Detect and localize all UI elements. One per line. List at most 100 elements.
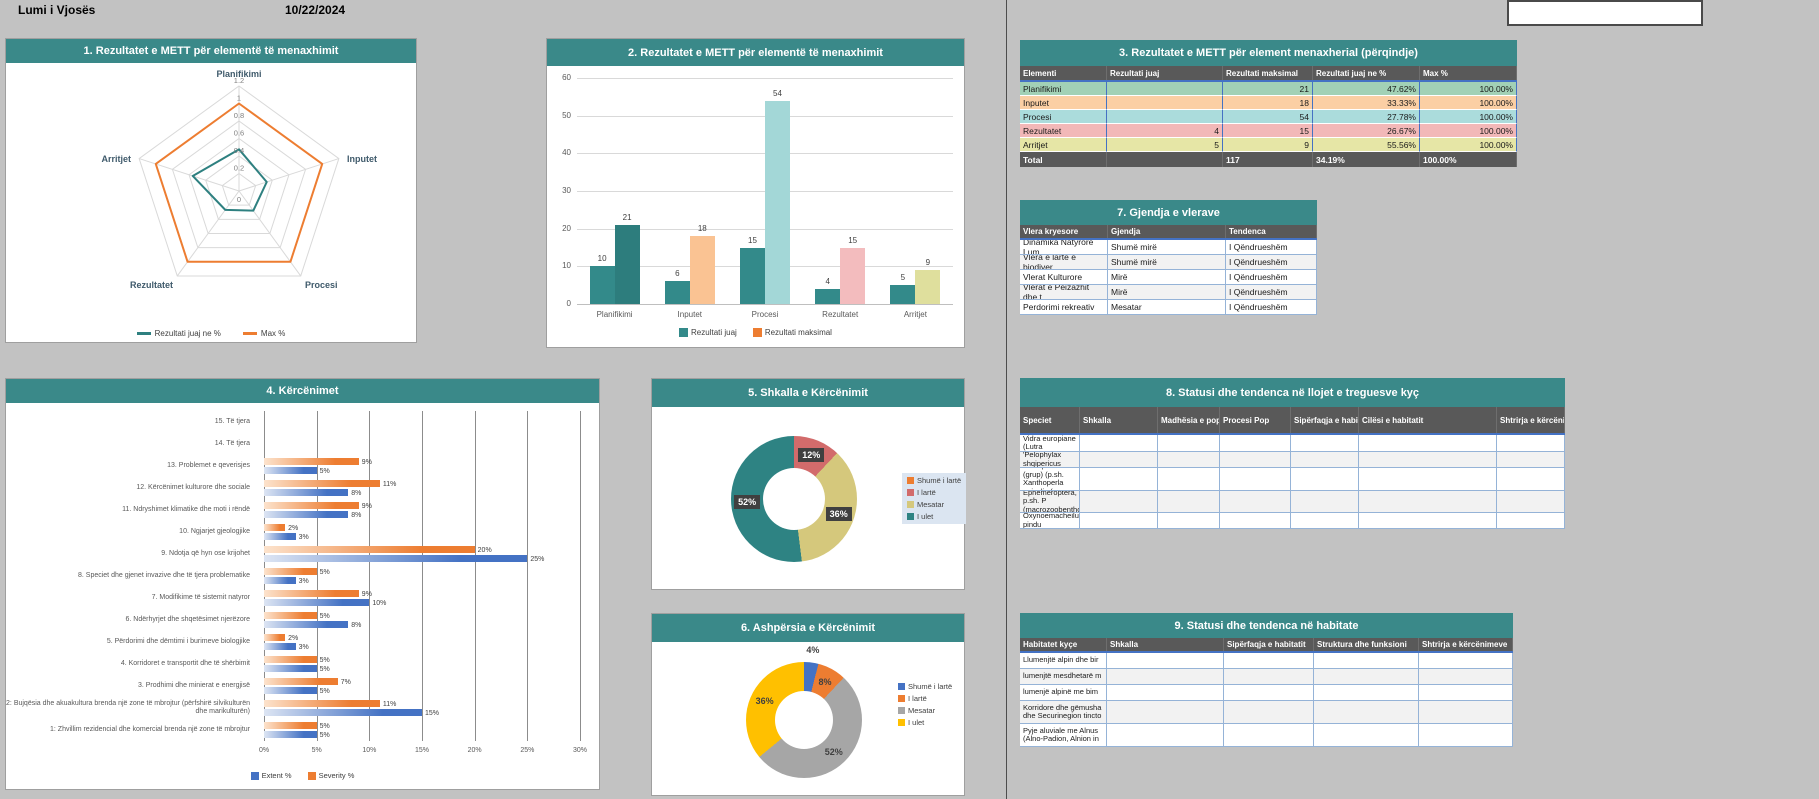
table-cell[interactable]: 5 <box>1107 138 1223 152</box>
extent-bar[interactable] <box>264 467 317 474</box>
table-cell[interactable]: 100.00% <box>1420 96 1517 110</box>
severity-bar[interactable] <box>264 458 359 465</box>
table-cell[interactable]: Ephemeroptera, p.sh. P (macrozoobenthos) <box>1020 491 1080 513</box>
table-cell[interactable] <box>1220 468 1291 491</box>
column-header[interactable]: Shkalla <box>1080 407 1158 433</box>
table-cell[interactable] <box>1220 435 1291 452</box>
table-cell[interactable] <box>1291 513 1359 529</box>
extent-bar[interactable] <box>264 643 296 650</box>
max-score-bar[interactable] <box>915 270 940 304</box>
table-cell[interactable] <box>1158 513 1220 529</box>
column-header[interactable]: Shtrirja e kërcënimeve <box>1419 638 1513 651</box>
column-header[interactable]: Cilësi e habitatit <box>1359 407 1497 433</box>
table-cell[interactable] <box>1080 513 1158 529</box>
table-cell[interactable] <box>1158 468 1220 491</box>
column-header[interactable]: Madhësia e popullatës <box>1158 407 1220 433</box>
table-cell[interactable] <box>1314 685 1419 701</box>
table-cell[interactable] <box>1497 452 1565 468</box>
severity-bar[interactable] <box>264 568 317 575</box>
column-header[interactable]: Sipërfaqja e habitatit <box>1291 407 1359 433</box>
table-cell[interactable]: 47.62% <box>1313 82 1420 96</box>
table-cell[interactable]: 26.67% <box>1313 124 1420 138</box>
table-cell[interactable]: I Qëndrueshëm <box>1226 300 1317 315</box>
site-name[interactable]: Lumi i Vjosës <box>18 3 95 17</box>
table-cell[interactable] <box>1220 491 1291 513</box>
table-cell[interactable]: 100.00% <box>1420 82 1517 96</box>
table-cell[interactable]: 117 <box>1223 152 1313 167</box>
severity-bar[interactable] <box>264 546 475 553</box>
table-cell[interactable]: 100.00% <box>1420 138 1517 152</box>
table-cell[interactable]: Arritjet <box>1020 138 1107 152</box>
max-score-bar[interactable] <box>690 236 715 304</box>
table-cell[interactable] <box>1419 724 1513 747</box>
table-cell[interactable] <box>1359 468 1497 491</box>
table-cell[interactable] <box>1080 435 1158 452</box>
table-cell[interactable] <box>1220 513 1291 529</box>
table-cell[interactable]: Perdorimi rekreativ <box>1020 300 1108 315</box>
table-cell[interactable] <box>1107 96 1223 110</box>
your-score-bar[interactable] <box>815 289 840 304</box>
severity-bar[interactable] <box>264 612 317 619</box>
table-cell[interactable] <box>1107 724 1224 747</box>
table-cell[interactable]: I Qëndrueshëm <box>1226 285 1317 300</box>
column-header[interactable]: Gjendja <box>1108 225 1226 238</box>
table-cell[interactable]: 9 <box>1223 138 1313 152</box>
severity-bar[interactable] <box>264 524 285 531</box>
column-header[interactable]: Speciet <box>1020 407 1080 433</box>
table-cell[interactable] <box>1314 669 1419 685</box>
extent-bar[interactable] <box>264 621 348 628</box>
table-cell[interactable] <box>1224 685 1314 701</box>
severity-bar[interactable] <box>264 480 380 487</box>
severity-bar[interactable] <box>264 656 317 663</box>
table-cell[interactable] <box>1359 513 1497 529</box>
table-cell[interactable]: Planifikimi <box>1020 82 1107 96</box>
column-header[interactable]: Rezultati juaj <box>1107 66 1223 80</box>
table-cell[interactable]: Rezultatet <box>1020 124 1107 138</box>
table-cell[interactable]: Mirë <box>1108 285 1226 300</box>
table-cell[interactable]: Inputet <box>1020 96 1107 110</box>
table-cell[interactable] <box>1158 491 1220 513</box>
column-header[interactable]: Shtrirja e kërcënimeve <box>1497 407 1565 433</box>
table-cell[interactable]: 55.56% <box>1313 138 1420 152</box>
table-cell[interactable]: Plecoptera (grup) (p.sh. Xanthoperla api… <box>1020 468 1080 491</box>
table-cell[interactable] <box>1497 513 1565 529</box>
bar-chart[interactable]: 01020304050601021Planifikimi618Inputet15… <box>547 66 964 349</box>
extent-bar[interactable] <box>264 687 317 694</box>
table-cell[interactable]: lumenjë alpinë me bim <box>1020 685 1107 701</box>
table-cell[interactable] <box>1419 685 1513 701</box>
table-cell[interactable] <box>1359 452 1497 468</box>
table-cell[interactable] <box>1314 653 1419 669</box>
extent-bar[interactable] <box>264 555 527 562</box>
table-cell[interactable]: 15 <box>1223 124 1313 138</box>
empty-textbox[interactable] <box>1507 0 1703 26</box>
your-score-bar[interactable] <box>740 248 765 305</box>
table-cell[interactable]: Vlerat e Peizazhit dhe t <box>1020 285 1108 300</box>
max-score-bar[interactable] <box>840 248 865 305</box>
table-cell[interactable]: Pyje aluviale me Alnus (Alno-Padion, Aln… <box>1020 724 1107 747</box>
table-cell[interactable]: Mesatar <box>1108 300 1226 315</box>
table-cell[interactable] <box>1224 724 1314 747</box>
column-header[interactable]: Habitatet kyçe <box>1020 638 1107 651</box>
table-cell[interactable] <box>1497 435 1565 452</box>
table-cell[interactable] <box>1107 82 1223 96</box>
table-cell[interactable]: Oxynoemacheilus pindu <box>1020 513 1080 529</box>
column-header[interactable]: Shkalla <box>1107 638 1224 651</box>
table-cell[interactable]: Shumë mirë <box>1108 255 1226 270</box>
table-cell[interactable]: 100.00% <box>1420 152 1517 167</box>
table-cell[interactable]: Mirë <box>1108 270 1226 285</box>
table-cell[interactable] <box>1497 468 1565 491</box>
table-cell[interactable] <box>1107 110 1223 124</box>
table-cell[interactable] <box>1314 724 1419 747</box>
table-cell[interactable]: I Qëndrueshëm <box>1226 270 1317 285</box>
extent-bar[interactable] <box>264 599 369 606</box>
table-cell[interactable]: 34.19% <box>1313 152 1420 167</box>
severity-bar[interactable] <box>264 634 285 641</box>
table-cell[interactable] <box>1224 653 1314 669</box>
threat-severity-donut-chart[interactable]: 4%8%52%36%Shumë i lartëI lartëMesatarI u… <box>652 642 964 797</box>
your-score-bar[interactable] <box>890 285 915 304</box>
column-header[interactable]: Rezultati maksimal <box>1223 66 1313 80</box>
max-score-bar[interactable] <box>765 101 790 304</box>
table-cell[interactable] <box>1419 669 1513 685</box>
table-cell[interactable]: 4 <box>1107 124 1223 138</box>
column-header[interactable]: Elementi <box>1020 66 1107 80</box>
